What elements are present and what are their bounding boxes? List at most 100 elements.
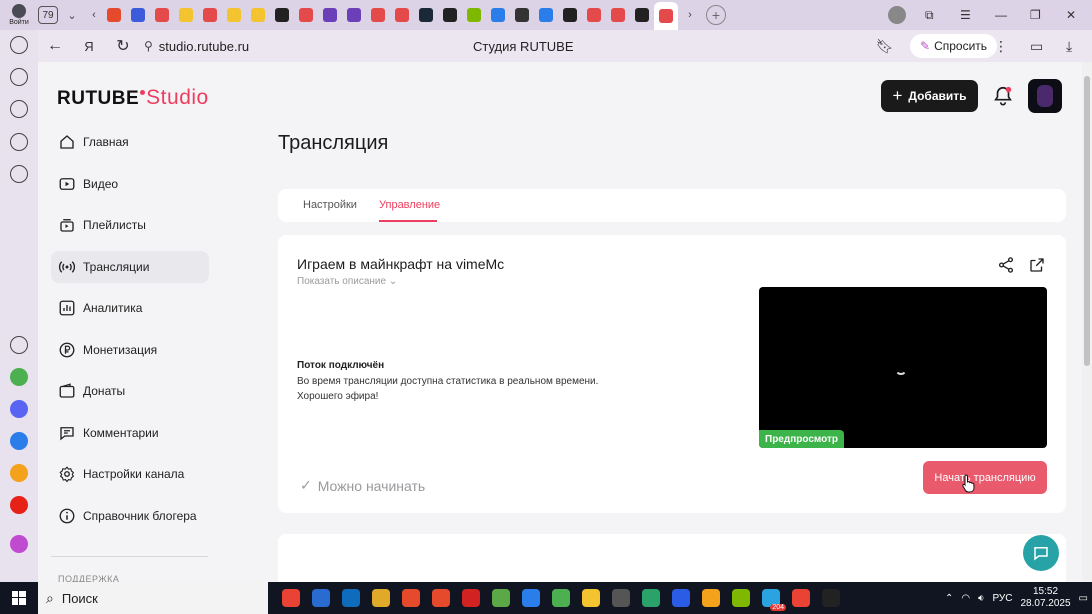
url-text[interactable]: studio.rutube.ru: [159, 39, 249, 54]
site-info-icon[interactable]: ⚲: [144, 39, 153, 53]
browser-tab[interactable]: [510, 3, 534, 27]
taskbar-app[interactable]: [698, 585, 724, 611]
play-icon[interactable]: [10, 100, 28, 118]
sidebar-item-1[interactable]: Видео: [51, 168, 209, 200]
chevron-left-icon[interactable]: ‹: [86, 9, 102, 21]
taskbar-app[interactable]: [428, 585, 454, 611]
new-tab-button[interactable]: +: [706, 5, 726, 25]
mail-icon[interactable]: [10, 432, 28, 450]
windows-start-button[interactable]: [0, 582, 38, 614]
reload-icon[interactable]: ↻: [106, 36, 140, 56]
tabs79-icon[interactable]: [10, 133, 28, 151]
taskbar-app[interactable]: [548, 585, 574, 611]
show-description-toggle[interactable]: Показать описание ⌄: [297, 276, 397, 287]
chat-support-button[interactable]: [1023, 535, 1059, 571]
browser-tab[interactable]: [294, 3, 318, 27]
volume-icon[interactable]: 🔉︎: [978, 593, 984, 604]
collections-icon[interactable]: ⧉: [925, 0, 934, 30]
browser-tab[interactable]: [198, 3, 222, 27]
browser-tab[interactable]: [414, 3, 438, 27]
taskbar-app[interactable]: [458, 585, 484, 611]
external-link-icon[interactable]: [1028, 256, 1046, 274]
browser-tab[interactable]: [174, 3, 198, 27]
taskbar-search[interactable]: ⌕ Поиск: [38, 582, 268, 614]
chevron-right-icon[interactable]: ›: [682, 9, 698, 21]
yandex-icon[interactable]: Я: [72, 39, 106, 54]
taskbar-app[interactable]: [308, 585, 334, 611]
check-icon[interactable]: [10, 368, 28, 386]
menu-icon[interactable]: ☰: [960, 0, 971, 30]
browser-tab[interactable]: [558, 3, 582, 27]
browser-tab[interactable]: [270, 3, 294, 27]
sidebar-item-6[interactable]: Донаты: [51, 375, 209, 407]
tab-count-badge[interactable]: 79: [38, 6, 58, 24]
browser-tab[interactable]: [606, 3, 630, 27]
bookmarks-icon[interactable]: [10, 68, 28, 86]
bookmark-icon[interactable]: 🔖︎: [876, 38, 894, 55]
add-button[interactable]: + Добавить: [881, 80, 978, 112]
browser-tab[interactable]: [534, 3, 558, 27]
taskbar-app[interactable]: [578, 585, 604, 611]
user-avatar[interactable]: [1028, 79, 1062, 113]
reader-icon[interactable]: ▭: [1030, 38, 1043, 55]
browser-tab[interactable]: [462, 3, 486, 27]
minimize-icon[interactable]: —: [995, 0, 1007, 30]
taskbar-app[interactable]: [278, 585, 304, 611]
language-indicator[interactable]: РУС: [992, 593, 1012, 604]
ask-button[interactable]: ✎ Спросить: [910, 34, 998, 58]
alice-icon[interactable]: [10, 535, 28, 553]
discord-icon[interactable]: [10, 400, 28, 418]
tab-settings[interactable]: Настройки: [303, 199, 357, 211]
sidebar-item-7[interactable]: Комментарии: [51, 417, 209, 449]
youtube-icon[interactable]: [10, 496, 28, 514]
more-icon[interactable]: ⋮: [994, 38, 1008, 55]
notification-bell-icon[interactable]: [992, 85, 1014, 107]
stream-preview[interactable]: Предпросмотр: [759, 287, 1047, 448]
history-icon[interactable]: [10, 36, 28, 54]
screenshot-icon[interactable]: [10, 165, 28, 183]
taskbar-app[interactable]: [338, 585, 364, 611]
sidebar-item-5[interactable]: Монетизация: [51, 334, 209, 366]
sidebar-item-0[interactable]: Главная: [51, 126, 209, 158]
browser-tab[interactable]: [390, 3, 414, 27]
notification-center-icon[interactable]: ▭: [1079, 593, 1088, 604]
browser-tab[interactable]: [150, 3, 174, 27]
page-scrollbar[interactable]: [1082, 62, 1092, 582]
browser-tab[interactable]: [126, 3, 150, 27]
profile-button[interactable]: Войти: [0, 0, 38, 30]
plus-icon[interactable]: [10, 336, 28, 354]
browser-tab[interactable]: [246, 3, 270, 27]
browser-tab[interactable]: [222, 3, 246, 27]
taskbar-app[interactable]: 204: [758, 585, 786, 611]
browser-tab[interactable]: [342, 3, 366, 27]
rutube-studio-logo[interactable]: RUTUBE Studio: [57, 86, 209, 110]
scrollbar-thumb[interactable]: [1084, 76, 1090, 366]
sidebar-item-9[interactable]: Справочник блогера: [51, 500, 209, 532]
download-icon[interactable]: ⤓: [1066, 38, 1072, 55]
network-icon[interactable]: ◠: [961, 593, 970, 604]
close-icon[interactable]: ✕: [1066, 0, 1076, 30]
browser-tab[interactable]: [582, 3, 606, 27]
browser-tab[interactable]: [630, 3, 654, 27]
browser-tab[interactable]: [102, 3, 126, 27]
taskbar-app[interactable]: [638, 585, 664, 611]
back-icon[interactable]: ←: [38, 37, 72, 55]
tab-management[interactable]: Управление: [379, 199, 440, 211]
taskbar-app[interactable]: [728, 585, 754, 611]
taskbar-app[interactable]: [368, 585, 394, 611]
taskbar-app[interactable]: [518, 585, 544, 611]
taskbar-app[interactable]: [608, 585, 634, 611]
sidebar-item-4[interactable]: Аналитика: [51, 292, 209, 324]
sidebar-item-3[interactable]: Трансляции: [51, 250, 209, 283]
taskbar-app[interactable]: [788, 585, 814, 611]
taskbar-app[interactable]: [668, 585, 694, 611]
taskbar-app[interactable]: [398, 585, 424, 611]
browser-tab[interactable]: [438, 3, 462, 27]
chevron-down-icon[interactable]: ⌄: [64, 9, 80, 22]
tray-chevron-icon[interactable]: ⌃: [945, 593, 953, 604]
taskbar-app[interactable]: [488, 585, 514, 611]
extension-avatar-icon[interactable]: [888, 0, 906, 30]
browser-tab[interactable]: [486, 3, 510, 27]
restore-icon[interactable]: ❐: [1030, 0, 1041, 30]
start-stream-button[interactable]: Начать трансляцию: [923, 461, 1047, 494]
